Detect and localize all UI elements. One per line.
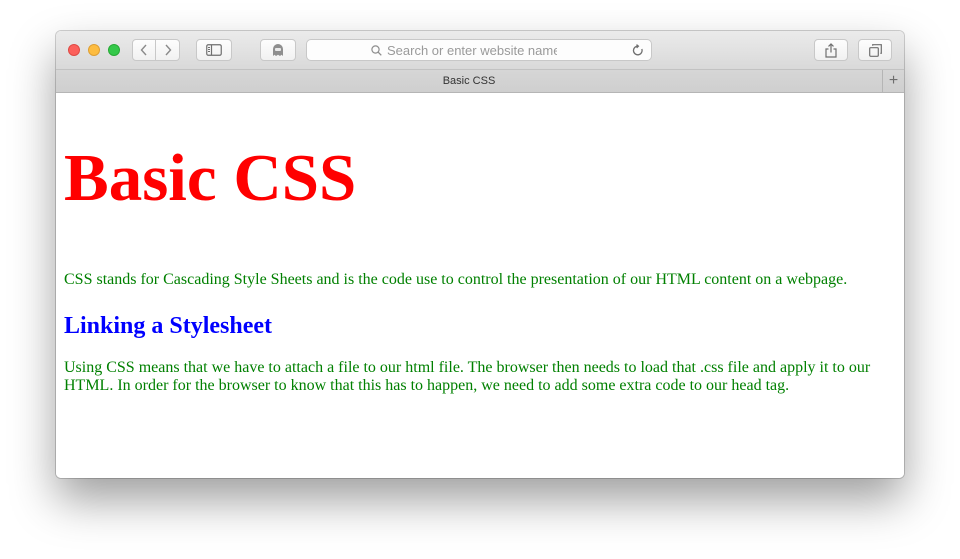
chevron-right-icon [164, 44, 171, 56]
minimize-window-button[interactable] [88, 44, 100, 56]
tabs-icon [868, 43, 882, 57]
browser-toolbar [56, 31, 904, 70]
page-title: Basic CSS [64, 141, 357, 215]
chevron-left-icon [140, 44, 147, 56]
tab-title: Basic CSS [442, 75, 496, 87]
sidebar-toggle-button[interactable] [196, 39, 232, 61]
back-button[interactable] [132, 39, 156, 61]
close-window-button[interactable] [68, 44, 80, 56]
browser-window: Basic CSS + Basic CSS CSS stands for Cas… [56, 31, 904, 478]
zoom-window-button[interactable] [108, 44, 120, 56]
intro-paragraph: CSS stands for Cascading Style Sheets an… [64, 271, 848, 288]
ghost-icon [273, 44, 283, 56]
new-tab-button[interactable]: + [882, 70, 904, 92]
sidebar-icon [206, 44, 222, 56]
reload-button[interactable] [631, 43, 645, 57]
address-bar[interactable] [306, 39, 652, 61]
share-icon [825, 42, 837, 58]
search-icon [371, 44, 382, 56]
share-button[interactable] [814, 39, 848, 61]
section-heading: Linking a Stylesheet [64, 313, 273, 339]
address-input[interactable] [387, 42, 557, 58]
forward-button[interactable] [156, 39, 180, 61]
show-all-tabs-button[interactable] [858, 39, 892, 61]
privacy-report-button[interactable] [260, 39, 296, 61]
web-content: Basic CSS CSS stands for Cascading Style… [56, 93, 904, 478]
reload-icon [632, 43, 643, 55]
plus-icon: + [888, 72, 899, 89]
tab-bar: Basic CSS + [56, 70, 904, 93]
tab-basic-css[interactable]: Basic CSS [56, 70, 882, 92]
body-paragraph: Using CSS means that we have to attach a… [64, 359, 871, 394]
